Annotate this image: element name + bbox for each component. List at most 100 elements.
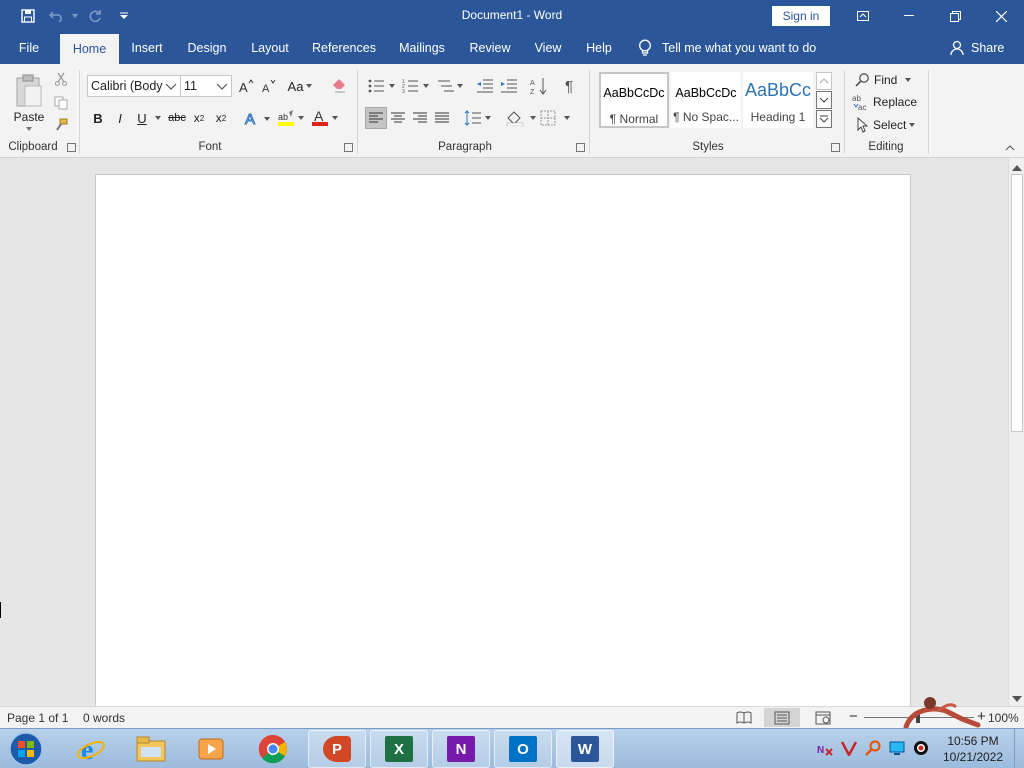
superscript-button[interactable]: x2 — [212, 108, 230, 128]
tab-home[interactable]: Home — [60, 34, 119, 64]
word-count[interactable]: 0 words — [83, 711, 125, 725]
highlight-color-icon[interactable]: ab — [276, 108, 306, 128]
display-tray-icon[interactable] — [888, 739, 906, 757]
style-heading-1[interactable]: AaBbCc Heading 1 — [743, 72, 813, 128]
styles-group-label: Styles — [692, 141, 724, 153]
styles-scroll-up-icon[interactable] — [816, 72, 832, 90]
multilevel-list-icon[interactable] — [434, 76, 466, 96]
internet-explorer-icon[interactable]: e — [62, 730, 120, 768]
underline-dropdown-icon[interactable] — [153, 108, 163, 128]
antivirus-tray-icon[interactable] — [840, 739, 858, 757]
bold-button[interactable]: B — [89, 108, 107, 128]
justify-icon[interactable] — [431, 107, 453, 129]
shading-icon[interactable] — [504, 107, 538, 129]
styles-scroll-down-icon[interactable] — [816, 91, 832, 109]
start-orb-icon[interactable] — [4, 730, 48, 768]
font-name-combobox[interactable]: Calibri (Body — [87, 75, 181, 97]
clipboard-dialog-launcher[interactable] — [67, 143, 76, 152]
increase-indent-icon[interactable] — [498, 76, 520, 96]
tab-layout[interactable]: Layout — [244, 32, 296, 64]
replace-button[interactable]: ab ac Replace — [852, 92, 922, 112]
person-icon — [950, 40, 964, 56]
show-formatting-marks-icon[interactable]: ¶ — [558, 76, 580, 96]
tab-help[interactable]: Help — [578, 32, 620, 64]
word-icon[interactable]: W — [556, 730, 614, 768]
share-button[interactable]: Share — [950, 32, 1004, 64]
ribbon-display-options-icon[interactable] — [840, 0, 886, 32]
underline-button[interactable]: U — [133, 108, 151, 128]
zoom-out-button[interactable]: − — [849, 708, 858, 725]
sort-icon[interactable]: AZ — [528, 76, 550, 96]
font-dialog-launcher[interactable] — [344, 143, 353, 152]
restore-icon[interactable] — [932, 0, 978, 32]
svg-text:A: A — [530, 80, 535, 87]
tab-references[interactable]: References — [306, 32, 382, 64]
web-layout-icon[interactable] — [815, 711, 831, 728]
grow-font-icon[interactable]: A — [236, 76, 256, 96]
network-tray-icon[interactable]: N — [816, 739, 834, 757]
align-center-icon[interactable] — [387, 107, 409, 129]
minimize-icon[interactable] — [886, 0, 932, 32]
collapse-ribbon-icon[interactable] — [1002, 142, 1018, 154]
copy-icon[interactable] — [52, 94, 70, 112]
onenote-icon[interactable]: N — [432, 730, 490, 768]
tab-mailings[interactable]: Mailings — [392, 32, 452, 64]
text-effects-icon[interactable]: A — [242, 108, 272, 128]
vertical-scrollbar[interactable] — [1008, 158, 1024, 706]
excel-icon[interactable]: X — [370, 730, 428, 768]
select-button[interactable]: Select — [856, 115, 920, 135]
tab-design[interactable]: Design — [180, 32, 234, 64]
system-clock[interactable]: 10:56 PM 10/21/2022 — [938, 733, 1008, 765]
close-icon[interactable] — [978, 0, 1024, 32]
numbering-icon[interactable]: 123 — [400, 76, 432, 96]
find-button[interactable]: Find — [854, 70, 918, 90]
clock-date: 10/21/2022 — [942, 750, 1004, 764]
bullets-icon[interactable] — [366, 76, 398, 96]
sign-in-button[interactable]: Sign in — [772, 6, 830, 26]
scrollbar-thumb[interactable] — [1011, 174, 1023, 432]
font-size-combobox[interactable]: 11 — [180, 75, 232, 97]
powerpoint-icon[interactable]: P — [308, 730, 366, 768]
document-page[interactable] — [95, 174, 911, 714]
cut-icon[interactable] — [52, 70, 70, 88]
search-tray-icon[interactable] — [864, 739, 882, 757]
print-layout-icon[interactable] — [764, 708, 800, 727]
subscript-button[interactable]: x2 — [190, 108, 208, 128]
style-normal[interactable]: AaBbCcDc ¶ Normal — [599, 72, 669, 128]
tab-view[interactable]: View — [528, 32, 568, 64]
scroll-up-arrow-icon[interactable] — [1012, 161, 1022, 175]
tell-me-search[interactable]: Tell me what you want to do — [638, 32, 816, 64]
decrease-indent-icon[interactable] — [474, 76, 496, 96]
font-color-icon[interactable]: A — [310, 108, 340, 128]
dropdown-arrow-icon — [909, 123, 916, 127]
line-spacing-icon[interactable] — [462, 107, 494, 129]
scroll-down-arrow-icon[interactable] — [1012, 692, 1022, 706]
page-count[interactable]: Page 1 of 1 — [7, 711, 68, 725]
align-right-icon[interactable] — [409, 107, 431, 129]
clear-formatting-icon[interactable] — [328, 76, 350, 96]
strikethrough-button[interactable]: abc — [166, 108, 188, 128]
format-painter-icon[interactable] — [52, 116, 70, 134]
styles-dialog-launcher[interactable] — [831, 143, 840, 152]
change-case-button[interactable]: Aa — [284, 76, 316, 96]
styles-more-icon[interactable] — [816, 110, 832, 128]
file-explorer-icon[interactable] — [122, 730, 180, 768]
volume-tray-icon[interactable] — [912, 739, 930, 757]
tab-insert[interactable]: Insert — [124, 32, 170, 64]
italic-button[interactable]: I — [111, 108, 129, 128]
tab-file[interactable]: File — [8, 32, 50, 64]
select-label: Select — [873, 118, 907, 132]
media-player-icon[interactable] — [182, 730, 240, 768]
style-no-spacing[interactable]: AaBbCcDc ¶ No Spac... — [671, 72, 741, 128]
show-desktop-button[interactable] — [1014, 729, 1024, 768]
shrink-font-icon[interactable]: A — [258, 76, 278, 96]
paste-button[interactable]: Paste — [6, 68, 52, 136]
zoom-level[interactable]: 100% — [988, 711, 1019, 725]
paragraph-dialog-launcher[interactable] — [576, 143, 585, 152]
align-left-icon[interactable] — [365, 107, 387, 129]
tab-review[interactable]: Review — [462, 32, 518, 64]
outlook-icon[interactable]: O — [494, 730, 552, 768]
read-mode-icon[interactable] — [736, 711, 752, 728]
borders-icon[interactable] — [538, 107, 572, 129]
chrome-icon[interactable] — [244, 730, 302, 768]
